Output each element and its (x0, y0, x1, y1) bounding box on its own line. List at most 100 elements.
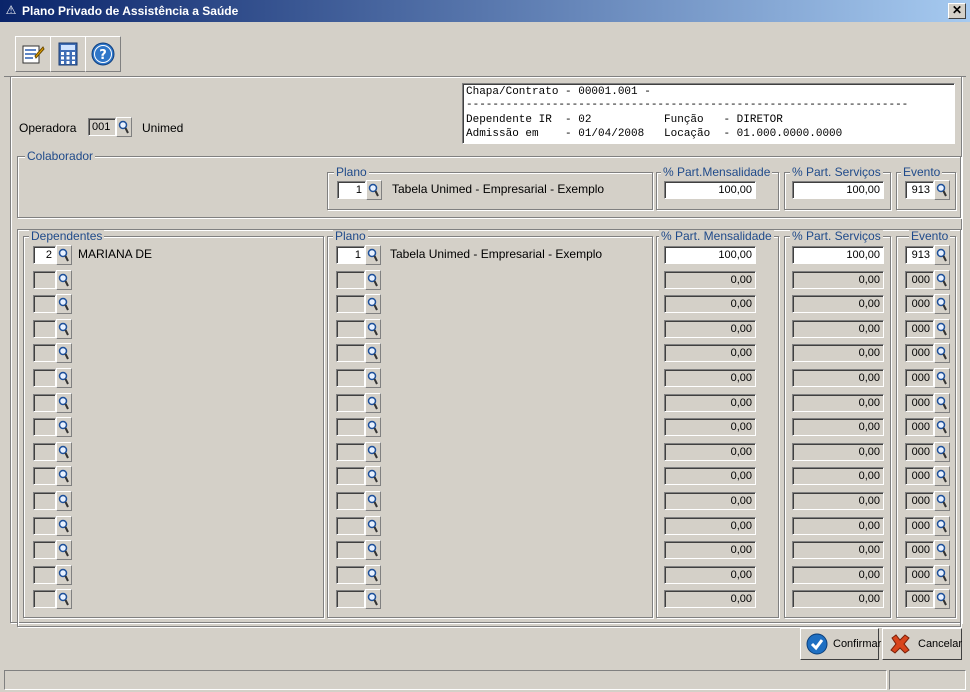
dependente-plano-code-field[interactable] (336, 516, 365, 535)
dependente-evento-field[interactable]: 000 (905, 442, 934, 461)
dependente-plano-search-button[interactable] (365, 441, 381, 462)
dependente-plano-code-field[interactable] (336, 369, 365, 387)
close-button[interactable]: ✕ (948, 3, 966, 19)
dependente-servicos-field[interactable]: 0,00 (792, 319, 884, 338)
dependente-plano-code-field[interactable] (336, 270, 365, 289)
dependente-servicos-field[interactable]: 0,00 (792, 344, 884, 363)
dependente-search-button[interactable] (56, 441, 72, 462)
colaborador-servicos-field[interactable]: 100,00 (792, 181, 884, 199)
dependente-search-button[interactable] (56, 540, 72, 561)
dependente-mensalidade-field[interactable]: 0,00 (664, 295, 756, 314)
dependente-evento-search-button[interactable] (934, 589, 950, 610)
dependente-evento-field[interactable]: 000 (905, 467, 934, 486)
cancel-button[interactable]: Cancelar (882, 628, 962, 660)
dependente-evento-field[interactable]: 000 (905, 393, 934, 412)
dependente-evento-search-button[interactable] (934, 368, 950, 388)
dependente-servicos-field[interactable]: 100,00 (792, 246, 884, 264)
dependente-evento-field[interactable]: 000 (905, 590, 934, 609)
dependente-evento-field[interactable]: 000 (905, 319, 934, 338)
dependente-plano-search-button[interactable] (365, 417, 381, 438)
dependente-plano-search-button[interactable] (365, 294, 381, 315)
dependente-evento-field[interactable]: 000 (905, 541, 934, 560)
dependente-evento-search-button[interactable] (934, 245, 950, 265)
dependente-mensalidade-field[interactable]: 0,00 (664, 467, 756, 486)
dependente-plano-search-button[interactable] (365, 343, 381, 364)
dependente-mensalidade-field[interactable]: 0,00 (664, 369, 756, 387)
dependente-mensalidade-field[interactable]: 100,00 (664, 246, 756, 264)
dependente-plano-code-field[interactable] (336, 565, 365, 584)
dependente-search-button[interactable] (56, 392, 72, 413)
dependente-plano-code-field[interactable] (336, 319, 365, 338)
colaborador-plano-search-button[interactable] (366, 180, 382, 200)
dependente-evento-field[interactable]: 000 (905, 418, 934, 437)
dependente-plano-search-button[interactable] (365, 564, 381, 585)
dependente-mensalidade-field[interactable]: 0,00 (664, 541, 756, 560)
dependente-servicos-field[interactable]: 0,00 (792, 418, 884, 437)
dependente-code-field[interactable] (33, 492, 56, 510)
dependente-plano-code-field[interactable] (336, 492, 365, 510)
dependente-mensalidade-field[interactable]: 0,00 (664, 516, 756, 535)
dependente-code-field[interactable] (33, 369, 56, 387)
colaborador-plano-code-field[interactable]: 1 (337, 181, 366, 199)
dependente-evento-field[interactable]: 000 (905, 516, 934, 535)
dependente-code-field[interactable] (33, 418, 56, 437)
dependente-evento-field[interactable]: 000 (905, 492, 934, 510)
colaborador-evento-field[interactable]: 913 (905, 181, 934, 199)
colaborador-mensalidade-field[interactable]: 100,00 (664, 181, 756, 199)
dependente-plano-code-field[interactable] (336, 295, 365, 314)
dependente-code-field[interactable]: 2 (33, 246, 56, 264)
dependente-servicos-field[interactable]: 0,00 (792, 590, 884, 609)
dependente-plano-search-button[interactable] (365, 269, 381, 290)
dependente-plano-code-field[interactable]: 1 (336, 246, 365, 264)
calculator-button[interactable] (50, 36, 86, 72)
dependente-plano-code-field[interactable] (336, 344, 365, 363)
dependente-search-button[interactable] (56, 269, 72, 290)
dependente-evento-search-button[interactable] (934, 318, 950, 339)
confirm-button[interactable]: Confirmar (800, 628, 881, 660)
dependente-search-button[interactable] (56, 294, 72, 315)
dependente-search-button[interactable] (56, 564, 72, 585)
dependente-plano-search-button[interactable] (365, 515, 381, 536)
dependente-mensalidade-field[interactable]: 0,00 (664, 418, 756, 437)
dependente-search-button[interactable] (56, 368, 72, 388)
dependente-mensalidade-field[interactable]: 0,00 (664, 393, 756, 412)
dependente-code-field[interactable] (33, 270, 56, 289)
dependente-evento-field[interactable]: 000 (905, 344, 934, 363)
dependente-plano-code-field[interactable] (336, 442, 365, 461)
dependente-servicos-field[interactable]: 0,00 (792, 467, 884, 486)
dependente-search-button[interactable] (56, 515, 72, 536)
dependente-servicos-field[interactable]: 0,00 (792, 270, 884, 289)
dependente-search-button[interactable] (56, 318, 72, 339)
help-button[interactable]: ? (85, 36, 121, 72)
dependente-evento-field[interactable]: 913 (905, 246, 934, 264)
dependente-servicos-field[interactable]: 0,00 (792, 369, 884, 387)
dependente-code-field[interactable] (33, 344, 56, 363)
dependente-code-field[interactable] (33, 442, 56, 461)
dependente-evento-search-button[interactable] (934, 417, 950, 438)
dependente-code-field[interactable] (33, 590, 56, 609)
dependente-evento-search-button[interactable] (934, 343, 950, 364)
dependente-servicos-field[interactable]: 0,00 (792, 541, 884, 560)
dependente-evento-search-button[interactable] (934, 294, 950, 315)
dependente-plano-search-button[interactable] (365, 318, 381, 339)
dependente-evento-field[interactable]: 000 (905, 295, 934, 314)
dependente-plano-search-button[interactable] (365, 368, 381, 388)
dependente-evento-field[interactable]: 000 (905, 270, 934, 289)
colaborador-evento-search-button[interactable] (934, 180, 950, 200)
dependente-plano-search-button[interactable] (365, 392, 381, 413)
dependente-plano-code-field[interactable] (336, 590, 365, 609)
dependente-plano-search-button[interactable] (365, 491, 381, 511)
dependente-plano-search-button[interactable] (365, 245, 381, 265)
dependente-evento-field[interactable]: 000 (905, 565, 934, 584)
dependente-plano-search-button[interactable] (365, 589, 381, 610)
dependente-servicos-field[interactable]: 0,00 (792, 516, 884, 535)
operadora-code-field[interactable]: 001 (88, 118, 116, 136)
dependente-mensalidade-field[interactable]: 0,00 (664, 442, 756, 461)
dependente-evento-search-button[interactable] (934, 392, 950, 413)
dependente-evento-search-button[interactable] (934, 564, 950, 585)
dependente-plano-code-field[interactable] (336, 393, 365, 412)
dependente-evento-search-button[interactable] (934, 441, 950, 462)
dependente-mensalidade-field[interactable]: 0,00 (664, 270, 756, 289)
dependente-code-field[interactable] (33, 295, 56, 314)
dependente-mensalidade-field[interactable]: 0,00 (664, 319, 756, 338)
